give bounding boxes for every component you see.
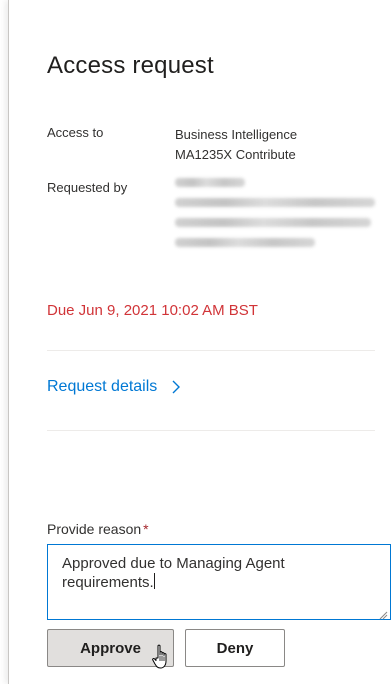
divider xyxy=(47,430,375,431)
provide-reason-label: Provide reason * xyxy=(47,521,149,537)
required-marker: * xyxy=(143,521,149,537)
redacted-line xyxy=(175,238,315,247)
redacted-line xyxy=(175,198,375,207)
request-details-link[interactable]: Request details xyxy=(47,378,183,396)
access-to-line-2: MA1235X Contribute xyxy=(175,147,296,162)
reason-text-line-2: requirements. xyxy=(62,573,376,592)
redacted-line xyxy=(175,218,371,227)
divider xyxy=(47,350,375,351)
resize-grip-icon[interactable] xyxy=(378,607,388,620)
provide-reason-text: Provide reason xyxy=(47,521,142,537)
request-details-label: Request details xyxy=(47,378,158,395)
access-request-panel: Access request Access to Business Intell… xyxy=(8,0,392,684)
redacted-line xyxy=(175,178,245,187)
chevron-right-icon xyxy=(169,379,183,395)
reason-text-line-1: Approved due to Managing Agent xyxy=(62,555,285,572)
access-to-line-1: Business Intelligence xyxy=(175,127,298,142)
page-title: Access request xyxy=(47,52,214,79)
reason-text-line-2-text: requirements. xyxy=(62,574,154,591)
hand-pointer-cursor-icon xyxy=(152,644,174,670)
access-to-value: Business Intelligence MA1235X Contribute xyxy=(175,125,297,165)
deny-button[interactable]: Deny xyxy=(185,629,285,667)
text-caret xyxy=(153,573,155,589)
due-date: Due Jun 9, 2021 10:02 AM BST xyxy=(47,302,258,319)
requested-by-redacted-value xyxy=(175,178,381,258)
requested-by-label: Requested by xyxy=(47,180,128,195)
access-to-label: Access to xyxy=(47,125,104,140)
reason-textarea[interactable]: Approved due to Managing Agent requireme… xyxy=(47,544,391,620)
